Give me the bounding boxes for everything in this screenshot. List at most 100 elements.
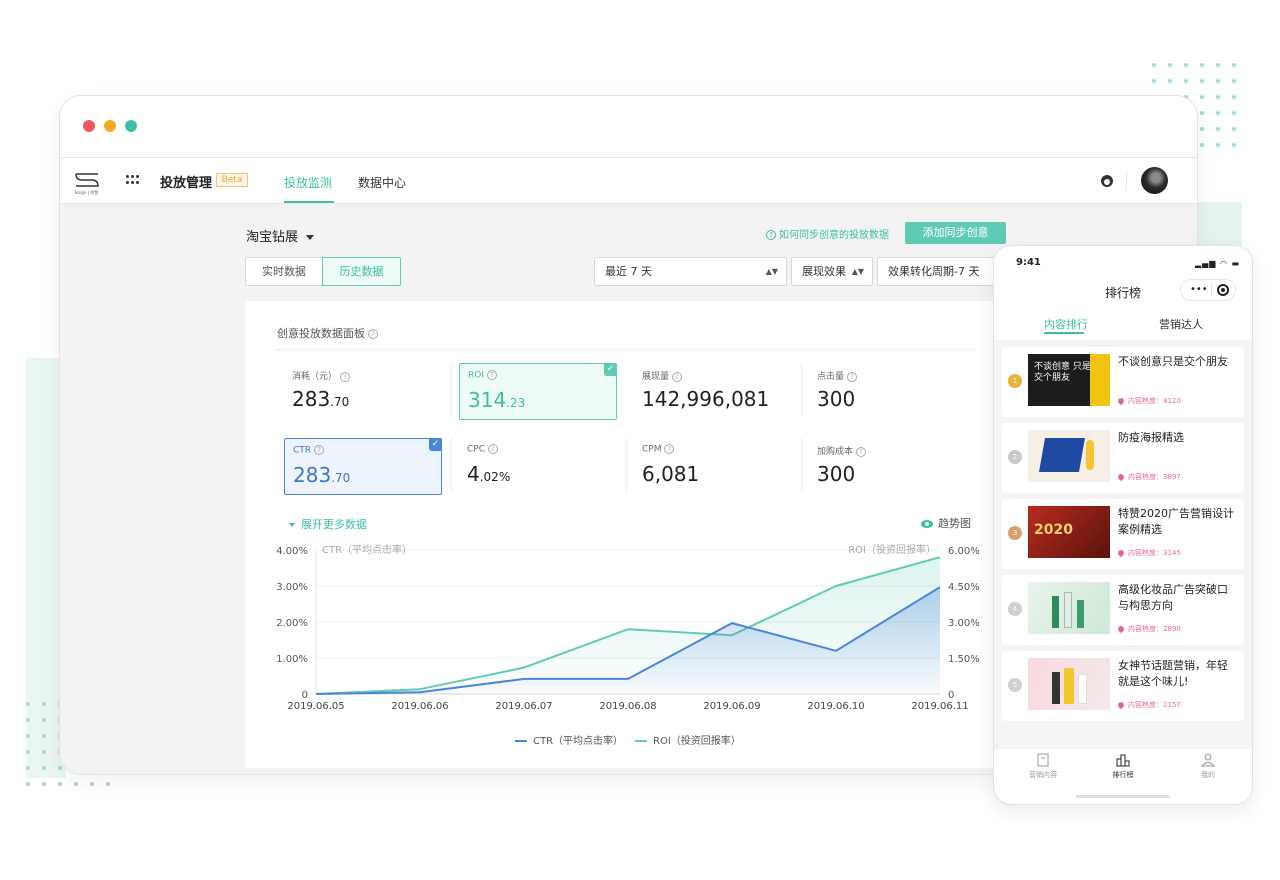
caret-down-icon bbox=[289, 523, 295, 527]
divider bbox=[801, 363, 802, 417]
ranking-item[interactable]: 2 防疫海报精选 内容热度：3897 bbox=[1002, 423, 1244, 493]
nav-divider bbox=[1126, 172, 1127, 190]
metric-card[interactable]: CPC? 4.02% bbox=[459, 438, 617, 495]
logo-text: Tezign | 特赞 bbox=[74, 190, 99, 195]
window-titlebar bbox=[60, 96, 1197, 158]
question-icon[interactable]: ? bbox=[487, 370, 497, 380]
metric-value: 283.70 bbox=[292, 387, 350, 411]
logo-icon[interactable] bbox=[74, 168, 100, 192]
question-icon[interactable]: ? bbox=[664, 444, 675, 454]
expand-more-text: 展开更多数据 bbox=[301, 518, 367, 531]
ranking-item[interactable]: 1 不谈创意 只是交个朋友 不谈创意只是交个朋友 内容热度：4120 bbox=[1002, 347, 1244, 417]
checked-icon: ✓ bbox=[604, 363, 617, 376]
metric-label: 加购成本? bbox=[817, 444, 869, 457]
notification-icon[interactable] bbox=[1100, 174, 1114, 188]
heat-icon bbox=[1116, 548, 1126, 558]
question-icon[interactable]: ? bbox=[856, 446, 867, 457]
legend-roi[interactable]: ROI（投资回报率） bbox=[635, 732, 741, 747]
date-range-value: 最近 7 天 bbox=[605, 265, 652, 278]
divider bbox=[451, 438, 452, 492]
metric-value: 300 bbox=[817, 462, 856, 486]
divider bbox=[626, 438, 627, 492]
rank-badge: 3 bbox=[1008, 526, 1022, 540]
question-icon[interactable]: ? bbox=[368, 329, 378, 339]
x-tick-label: 2019.06.07 bbox=[495, 701, 552, 712]
metric-value: 300 bbox=[817, 387, 856, 411]
metric-value: 314.23 bbox=[468, 388, 526, 412]
tab-data-center[interactable]: 数据中心 bbox=[358, 174, 406, 191]
metric-card[interactable]: 展现量? 142,996,081 bbox=[634, 363, 792, 420]
x-tick-label: 2019.06.08 bbox=[599, 701, 656, 712]
expand-more-data-link[interactable]: 展开更多数据 bbox=[289, 516, 367, 532]
metric-card[interactable]: 点击量? 300 bbox=[809, 363, 967, 420]
sync-help-text: 如何同步创意的投放数据 bbox=[779, 230, 889, 241]
segment-history-data[interactable]: 历史数据 bbox=[322, 257, 401, 286]
tab-monitoring[interactable]: 投放监测 bbox=[284, 174, 332, 191]
legend-ctr[interactable]: CTR（平均点击率） bbox=[515, 732, 623, 747]
phone-tab-content-ranking[interactable]: 内容排行 bbox=[1044, 316, 1088, 332]
user-avatar[interactable] bbox=[1141, 167, 1168, 194]
rank-badge: 4 bbox=[1008, 602, 1022, 616]
y-tick-left: 0 bbox=[302, 690, 308, 701]
store-name: 淘宝钻展 bbox=[246, 230, 299, 245]
question-icon: ? bbox=[766, 230, 776, 240]
maximize-window-button[interactable] bbox=[125, 120, 137, 132]
question-icon[interactable]: ? bbox=[314, 445, 325, 455]
date-range-select[interactable]: 最近 7 天 ▲▼ bbox=[594, 257, 787, 286]
trend-label: 趋势图 bbox=[938, 517, 971, 530]
metric-card[interactable]: CPM? 6,081 bbox=[634, 438, 792, 495]
tabbar-marketing-content[interactable]: 营销内容 bbox=[1013, 753, 1073, 780]
creative-data-panel: 创意投放数据面板? 消耗（元）? 283.70 ROI? 314.23 ✓ 展现量… bbox=[245, 301, 1005, 768]
close-target-icon[interactable] bbox=[1217, 284, 1229, 296]
beta-badge: Beta bbox=[216, 173, 248, 187]
y-tick-left: 4.00% bbox=[276, 546, 308, 557]
ranking-item[interactable]: 4 高级化妆品广告突破口与构思方向 内容热度：2890 bbox=[1002, 575, 1244, 645]
ranking-item[interactable]: 3 2020 特赞2020广告营销设计案例精选 内容热度：3145 bbox=[1002, 499, 1244, 569]
checked-icon: ✓ bbox=[429, 438, 442, 451]
heat-icon bbox=[1116, 396, 1126, 406]
sync-help-link[interactable]: ? 如何同步创意的投放数据 bbox=[766, 226, 889, 241]
question-icon[interactable]: ? bbox=[340, 371, 351, 382]
trend-chart-toggle[interactable]: 趋势图 bbox=[921, 515, 971, 531]
active-tab-indicator bbox=[1044, 332, 1084, 334]
close-window-button[interactable] bbox=[83, 120, 95, 132]
content-thumbnail[interactable] bbox=[1028, 658, 1110, 710]
segment-realtime-data[interactable]: 实时数据 bbox=[245, 257, 323, 286]
conversion-period-value: 效果转化周期-7 天 bbox=[888, 265, 980, 278]
more-icon[interactable]: ••• bbox=[1190, 280, 1208, 300]
question-icon[interactable]: ? bbox=[672, 371, 683, 382]
x-tick-label: 2019.06.09 bbox=[703, 701, 760, 712]
apps-grid-icon[interactable] bbox=[126, 175, 140, 185]
divider bbox=[451, 363, 452, 417]
eye-icon bbox=[921, 520, 933, 528]
phone-tab-marketing-experts[interactable]: 营销达人 bbox=[1159, 316, 1203, 332]
metric-value: 283.70 bbox=[293, 463, 351, 487]
metric-value: 142,996,081 bbox=[642, 387, 770, 411]
content-thumbnail[interactable]: 2020 bbox=[1028, 506, 1110, 558]
divider bbox=[801, 438, 802, 492]
home-indicator bbox=[1076, 795, 1170, 798]
add-sync-creative-button[interactable]: 添加同步创意 bbox=[905, 222, 1006, 244]
store-selector[interactable]: 淘宝钻展 bbox=[246, 226, 315, 245]
y-tick-right: 6.00% bbox=[948, 546, 980, 557]
metric-card[interactable]: 加购成本? 300 bbox=[809, 438, 967, 495]
metric-card[interactable]: CTR? 283.70 ✓ bbox=[284, 438, 442, 495]
question-icon[interactable]: ? bbox=[488, 444, 498, 454]
ranking-item[interactable]: 5 女神节话题营销，年轻就是这个味儿! 内容热度：2157 bbox=[1002, 651, 1244, 721]
metric-type-select[interactable]: 展现效果 ▲▼ bbox=[791, 257, 873, 286]
minimize-window-button[interactable] bbox=[104, 120, 116, 132]
content-title: 防疫海报精选 bbox=[1118, 431, 1184, 444]
metric-card[interactable]: ROI? 314.23 ✓ bbox=[459, 363, 617, 420]
miniapp-capsule[interactable]: ••• bbox=[1180, 279, 1236, 301]
tabbar-label: 排行榜 bbox=[1112, 771, 1134, 779]
content-thumbnail[interactable] bbox=[1028, 430, 1110, 482]
content-heat: 内容热度：2157 bbox=[1116, 700, 1181, 710]
heat-icon bbox=[1116, 700, 1126, 710]
metric-card[interactable]: 消耗（元）? 283.70 bbox=[284, 363, 442, 420]
question-icon[interactable]: ? bbox=[847, 371, 858, 382]
tabbar-ranking[interactable]: 排行榜 bbox=[1093, 753, 1153, 780]
content-thumbnail[interactable] bbox=[1028, 582, 1110, 634]
content-thumbnail[interactable]: 不谈创意 只是交个朋友 bbox=[1028, 354, 1110, 406]
active-tab-indicator bbox=[284, 201, 334, 203]
tabbar-profile[interactable]: 我的 bbox=[1178, 753, 1238, 780]
